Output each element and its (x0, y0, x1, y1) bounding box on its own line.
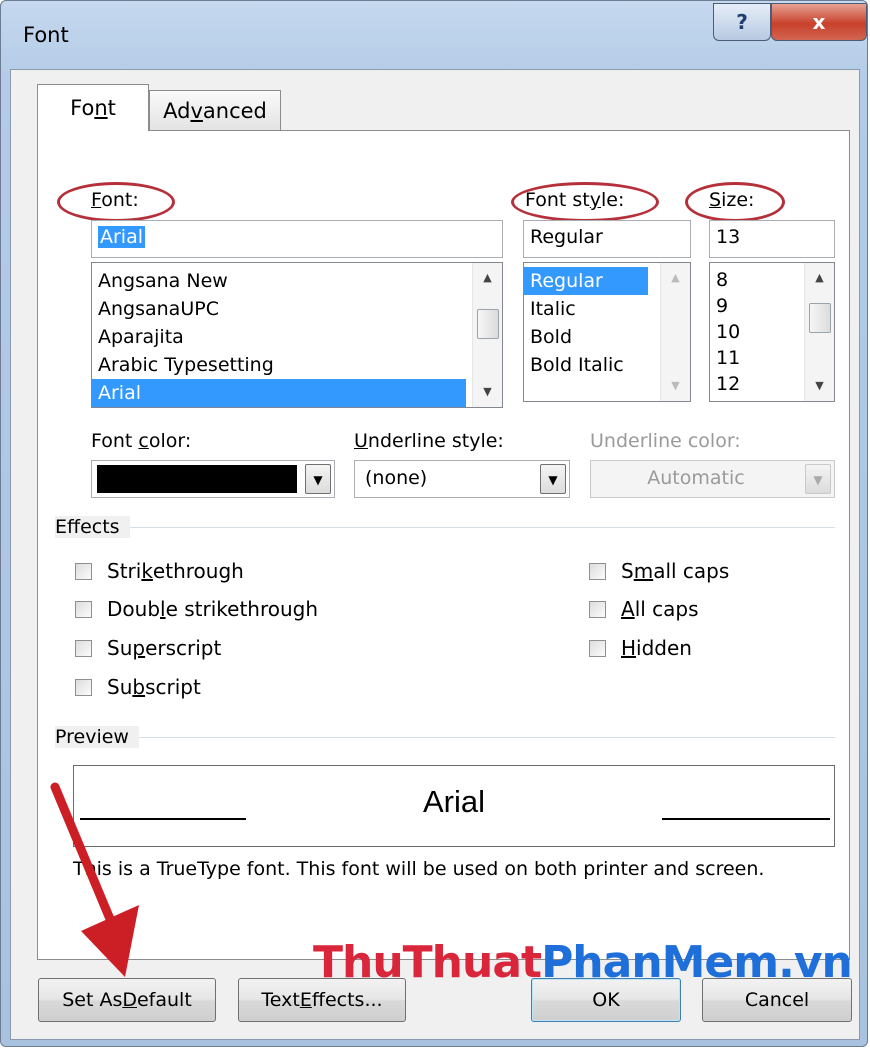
scroll-down-icon[interactable]: ▼ (661, 375, 690, 397)
font-list[interactable]: Angsana New AngsanaUPC Aparajita Arabic … (91, 262, 503, 408)
chevron-down-icon[interactable]: ▼ (540, 464, 566, 494)
checkbox-icon (75, 600, 92, 618)
font-color-swatch (97, 465, 297, 493)
title-bar[interactable]: Font ? x (1, 1, 867, 71)
size-list[interactable]: 8 9 10 11 12 ▲ ▼ (709, 262, 835, 402)
subscript-checkbox[interactable]: Su b script (75, 675, 201, 699)
scroll-up-icon[interactable]: ▲ (661, 267, 690, 289)
close-icon: x (812, 10, 826, 34)
hidden-checkbox[interactable]: Hidden (589, 636, 692, 660)
scroll-up-icon[interactable]: ▲ (473, 267, 502, 289)
underline-color-dropdown[interactable]: Automatic ▼ (590, 460, 835, 498)
checkbox-icon (75, 678, 92, 696)
checkbox-icon (589, 562, 606, 580)
font-info-text: This is a TrueType font. This font will … (73, 858, 765, 880)
underline-style-dropdown[interactable]: (none) ▼ (354, 460, 570, 498)
preview-box: Arial (73, 765, 835, 847)
preview-sample-text: Arial (422, 784, 485, 819)
font-style-scrollbar[interactable]: ▲ ▼ (660, 263, 690, 401)
underline-color-label: Underline color: (590, 430, 741, 452)
font-style-label: Font style: (525, 189, 625, 211)
preview-divider (55, 737, 835, 738)
help-icon: ? (736, 10, 748, 34)
checkbox-icon (75, 639, 92, 657)
preview-group-label: Preview (55, 726, 139, 748)
chevron-down-icon: ▼ (805, 464, 831, 494)
scroll-thumb[interactable] (477, 309, 499, 339)
underline-style-label: Underline style: (354, 430, 504, 452)
font-style-input[interactable]: Regular (523, 220, 691, 258)
help-button[interactable]: ? (713, 3, 771, 41)
list-item[interactable]: AngsanaUPC (92, 295, 502, 323)
superscript-checkbox[interactable]: Su p erscript (75, 636, 221, 660)
chevron-down-icon[interactable]: ▼ (305, 464, 331, 494)
size-label: Size: (709, 189, 755, 211)
scroll-down-icon[interactable]: ▼ (473, 381, 502, 403)
double-strikethrough-checkbox[interactable]: Doub l e strikethrough (75, 597, 318, 621)
list-item[interactable]: Arabic Typesetting (92, 351, 502, 379)
list-item[interactable]: Aparajita (92, 323, 502, 351)
font-color-label: Font color: (91, 430, 192, 452)
watermark-logo: ThuThuatPhanMem.vn (313, 937, 853, 988)
checkbox-icon (75, 562, 92, 580)
font-name-input[interactable]: Arial (91, 220, 503, 258)
scroll-up-icon[interactable]: ▲ (805, 267, 834, 289)
window-title: Font (23, 23, 69, 47)
checkbox-icon (589, 639, 606, 657)
font-label: Font: (91, 189, 139, 211)
preview-right-rule (662, 818, 830, 820)
list-item-selected[interactable]: Arial (92, 379, 466, 407)
annotation-arrow-icon (50, 782, 139, 977)
list-item[interactable]: Angsana New (92, 267, 502, 295)
font-dialog: Font ? x Fo n t Ad v anced Font: Arial Angsa… (0, 0, 868, 1047)
set-as-default-button[interactable]: Set As Default (38, 978, 216, 1022)
checkbox-icon (589, 600, 606, 618)
strikethrough-checkbox[interactable]: Stri k ethrough (75, 559, 244, 583)
size-scrollbar[interactable]: ▲ ▼ (804, 263, 834, 401)
tab-font[interactable]: Fo n t (37, 84, 149, 131)
effects-group-label: Effects (55, 516, 130, 538)
effects-divider (55, 527, 835, 528)
size-input[interactable]: 13 (709, 220, 835, 258)
font-color-dropdown[interactable]: ▼ (91, 460, 335, 498)
font-list-scrollbar[interactable]: ▲ ▼ (472, 263, 502, 407)
scroll-thumb[interactable] (809, 303, 831, 333)
list-item-selected[interactable]: Regular (524, 267, 648, 295)
scroll-down-icon[interactable]: ▼ (805, 375, 834, 397)
tab-advanced[interactable]: Ad v anced (149, 90, 281, 130)
small-caps-checkbox[interactable]: Sm all caps (589, 559, 729, 583)
all-caps-checkbox[interactable]: All caps (589, 597, 699, 621)
close-button[interactable]: x (771, 3, 867, 41)
font-style-list[interactable]: Regular Italic Bold Bold Italic ▲ ▼ (523, 262, 691, 402)
